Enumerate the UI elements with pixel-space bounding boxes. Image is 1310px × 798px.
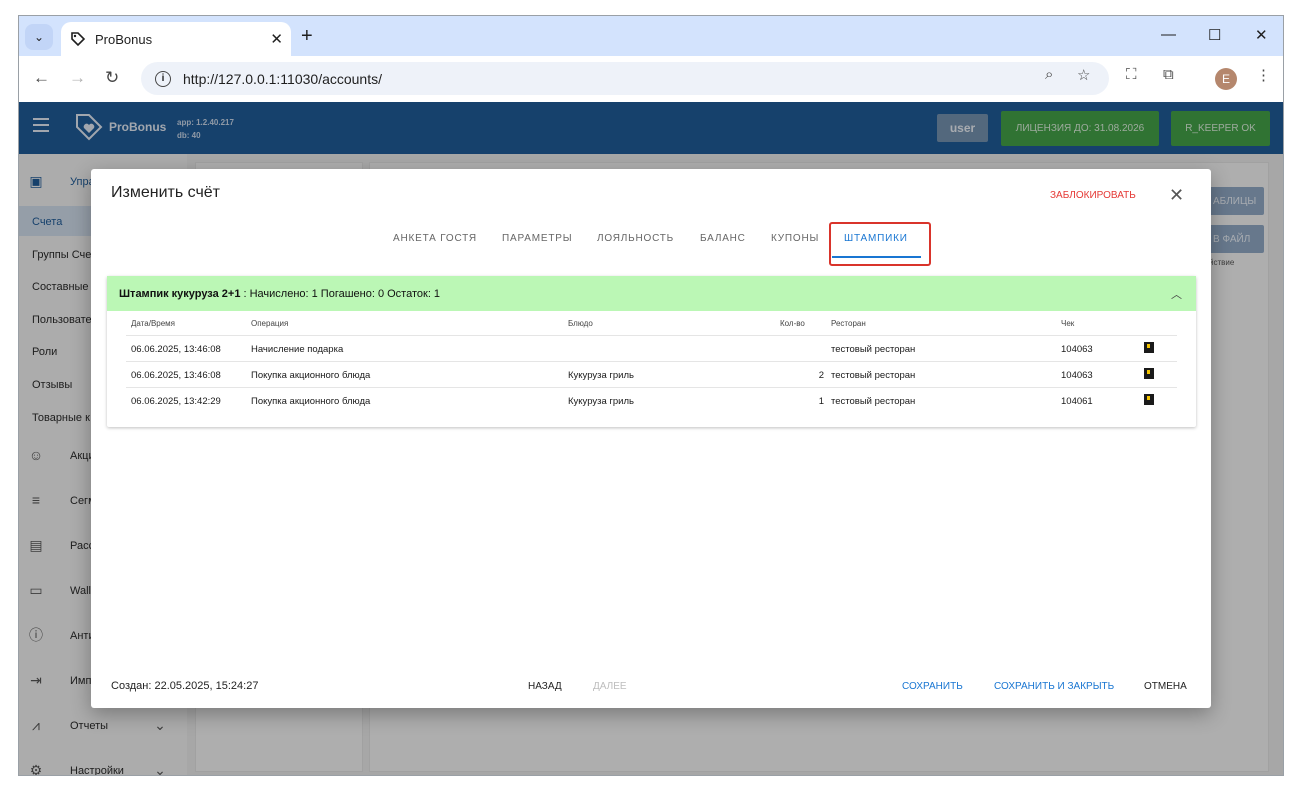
tab-balance[interactable]: БАЛАНС [700, 233, 746, 244]
cell-check: 104061 [1061, 396, 1093, 407]
back-button[interactable]: НАЗАД [528, 681, 562, 692]
column-header-operation: Операция [251, 319, 289, 328]
tab-strip: ⌄ ProBonus ✕ + — ☐ ✕ [19, 16, 1283, 56]
site-info-icon[interactable]: i [155, 70, 171, 87]
cell-datetime: 06.06.2025, 13:46:08 [131, 344, 221, 355]
cell-qty: 2 [818, 370, 824, 381]
table-row: 06.06.2025, 13:46:08 Покупка акционного … [126, 361, 1177, 387]
column-header-restaurant: Ресторан [831, 319, 866, 328]
close-window-icon[interactable]: ✕ [1255, 26, 1268, 44]
cancel-button[interactable]: ОТМЕНА [1144, 681, 1187, 692]
created-date: Создан: 22.05.2025, 15:24:27 [111, 680, 259, 692]
cell-restaurant: тестовый ресторан [831, 396, 916, 407]
print-receipt-icon[interactable] [1144, 342, 1154, 353]
tab-parameters[interactable]: ПАРАМЕТРЫ [502, 233, 572, 244]
chevron-up-icon[interactable]: ︿ [1171, 286, 1182, 302]
next-button[interactable]: ДАЛЕЕ [593, 681, 627, 692]
cell-qty: 1 [818, 396, 824, 407]
browser-toolbar: ← → ↻ i http://127.0.0.1:11030/accounts/… [19, 56, 1283, 102]
table-row: 06.06.2025, 13:42:29 Покупка акционного … [126, 387, 1177, 413]
close-dialog-icon[interactable]: ✕ [1169, 185, 1184, 206]
cell-datetime: 06.06.2025, 13:46:08 [131, 370, 221, 381]
cell-operation: Покупка акционного блюда [251, 396, 371, 407]
dialog-tabs: АНКЕТА ГОСТЯ ПАРАМЕТРЫ ЛОЯЛЬНОСТЬ БАЛАНС… [91, 223, 1211, 258]
tab-title: ProBonus [95, 31, 153, 47]
cell-operation: Начисление подарка [251, 344, 344, 355]
column-header-qty: Кол-во [780, 319, 805, 328]
cell-check: 104063 [1061, 370, 1093, 381]
column-header-check: Чек [1061, 319, 1075, 328]
zoom-icon[interactable]: ⌕ [1045, 66, 1053, 83]
block-button[interactable]: ЗАБЛОКИРОВАТЬ [1050, 190, 1136, 201]
edit-account-dialog: Изменить счёт ЗАБЛОКИРОВАТЬ ✕ АНКЕТА ГОС… [91, 169, 1211, 708]
tab-loyalty[interactable]: ЛОЯЛЬНОСТЬ [597, 233, 674, 244]
tab-highlight-box [829, 222, 931, 266]
bookmark-star-icon[interactable]: ☆ [1077, 66, 1090, 84]
maximize-icon[interactable]: ☐ [1208, 26, 1221, 44]
profile-avatar[interactable]: E [1215, 68, 1237, 90]
cell-operation: Покупка акционного блюда [251, 370, 371, 381]
stamp-name: Штампик кукуруза 2+1 [119, 287, 241, 300]
browser-window: ⌄ ProBonus ✕ + — ☐ ✕ ← → ↻ i http://127.… [18, 15, 1284, 776]
cell-check: 104063 [1061, 344, 1093, 355]
tag-icon [69, 30, 87, 48]
url-text: http://127.0.0.1:11030/accounts/ [183, 70, 383, 87]
column-header-datetime: Дата/Время [131, 319, 176, 328]
tab-coupons[interactable]: КУПОНЫ [771, 233, 819, 244]
table-row: 06.06.2025, 13:46:08 Начисление подарка … [126, 335, 1177, 361]
cell-restaurant: тестовый ресторан [831, 370, 916, 381]
screen-capture-icon[interactable]: ⛶ [1126, 66, 1137, 83]
cell-datetime: 06.06.2025, 13:42:29 [131, 396, 221, 407]
stamp-summary: : Начислено: 1 Погашено: 0 Остаток: 1 [243, 287, 441, 300]
tab-guest-profile[interactable]: АНКЕТА ГОСТЯ [393, 233, 477, 244]
browser-menu-icon[interactable]: ⋮ [1256, 66, 1271, 84]
forward-icon[interactable]: → [69, 68, 86, 88]
dialog-title: Изменить счёт [111, 184, 220, 201]
stamp-panel-header[interactable]: Штампик кукуруза 2+1 : Начислено: 1 Пога… [107, 276, 1196, 311]
extensions-icon[interactable]: ⧉ [1163, 66, 1174, 83]
column-header-dish: Блюдо [568, 319, 593, 328]
new-tab-icon[interactable]: + [301, 25, 313, 48]
minimize-icon[interactable]: — [1161, 26, 1176, 43]
browser-tab[interactable]: ProBonus ✕ [61, 22, 291, 56]
cell-restaurant: тестовый ресторан [831, 344, 916, 355]
cell-dish: Кукуруза гриль [568, 396, 634, 407]
stamp-panel: Штампик кукуруза 2+1 : Начислено: 1 Пога… [107, 276, 1196, 427]
tab-search-chevron-icon[interactable]: ⌄ [25, 24, 53, 50]
address-bar[interactable]: i http://127.0.0.1:11030/accounts/ [141, 62, 1109, 95]
save-button[interactable]: СОХРАНИТЬ [902, 681, 963, 692]
close-tab-icon[interactable]: ✕ [270, 30, 283, 48]
print-receipt-icon[interactable] [1144, 368, 1154, 379]
cell-dish: Кукуруза гриль [568, 370, 634, 381]
print-receipt-icon[interactable] [1144, 394, 1154, 405]
save-and-close-button[interactable]: СОХРАНИТЬ И ЗАКРЫТЬ [994, 681, 1114, 692]
back-icon[interactable]: ← [33, 68, 50, 88]
reload-icon[interactable]: ↻ [105, 68, 119, 88]
